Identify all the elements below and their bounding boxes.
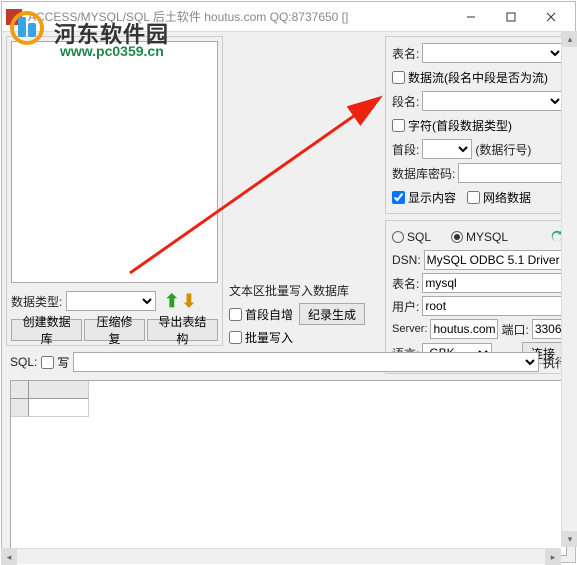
grid-header-cell[interactable] (29, 381, 89, 399)
scroll-down-button[interactable]: ▾ (562, 531, 577, 547)
dsn-input[interactable] (424, 250, 577, 270)
show-content-checkbox[interactable]: 显示内容 (392, 189, 456, 206)
scroll-right-button[interactable]: ▸ (545, 549, 561, 565)
sql-radio[interactable] (392, 231, 404, 243)
db-password-label: 数据库密码: (392, 165, 455, 182)
data-type-select[interactable] (66, 291, 156, 311)
user-label: 用户: (392, 298, 419, 315)
result-grid[interactable] (10, 380, 567, 556)
dsn-label: DSN: (392, 253, 421, 267)
field-name-label: 段名: (392, 93, 419, 110)
conn-table-label: 表名: (392, 275, 419, 292)
compress-repair-button[interactable]: 压缩修复 (84, 319, 145, 341)
sql-combo[interactable] (73, 352, 539, 372)
vertical-scrollbar[interactable]: ▴ ▾ (561, 31, 577, 547)
arrow-up-icon[interactable]: ⬆ (164, 291, 179, 312)
grid-row-header[interactable] (11, 399, 29, 417)
first-field-label: 首段: (392, 141, 419, 158)
sql-write-checkbox[interactable]: 写 (41, 354, 69, 371)
server-label: Server: (392, 323, 427, 335)
field-name-select[interactable] (422, 91, 564, 111)
grid-cell[interactable] (29, 399, 89, 417)
create-db-button[interactable]: 创建数据库 (11, 319, 82, 341)
app-icon (6, 9, 22, 25)
grid-corner (11, 381, 29, 399)
char-type-checkbox[interactable]: 字符(首段数据类型) (392, 117, 512, 134)
conn-table-input[interactable] (422, 273, 577, 293)
scroll-left-button[interactable]: ◂ (1, 549, 17, 565)
data-row-no-label: (数据行号) (475, 141, 531, 158)
first-field-select[interactable] (422, 139, 472, 159)
data-flow-checkbox[interactable]: 数据流(段名中段是否为流) (392, 69, 548, 86)
generate-record-button[interactable]: 纪录生成 (299, 303, 365, 325)
scroll-up-button[interactable]: ▴ (562, 31, 577, 47)
window-title: ACCESS/MYSQL/SQL 后土软件 houtus.com QQ:8737… (28, 8, 451, 25)
user-input[interactable] (422, 296, 577, 316)
table-settings-panel: 表名: 数据流(段名中段是否为流) 段名: 字符(首段数据类型) 首段: (385, 36, 571, 214)
data-type-label: 数据类型: (11, 293, 62, 310)
auto-increment-checkbox[interactable]: 首段自增 (229, 306, 293, 323)
table-name-select[interactable] (422, 43, 564, 63)
batch-write-label: 文本区批量写入数据库 (229, 282, 379, 299)
close-button[interactable] (531, 3, 571, 31)
move-arrows: ⬆ ⬇ (160, 291, 200, 312)
network-data-checkbox[interactable]: 网络数据 (467, 189, 531, 206)
left-pane: 数据类型: ⬆ ⬇ 创建数据库 压缩修复 导出表结构 (6, 36, 223, 346)
horizontal-scrollbar[interactable]: ◂ ▸ (1, 548, 561, 564)
batch-write-checkbox[interactable]: 批量写入 (229, 329, 379, 346)
table-name-label: 表名: (392, 45, 419, 62)
minimize-button[interactable] (451, 3, 491, 31)
text-area[interactable] (11, 41, 218, 283)
arrow-down-icon[interactable]: ⬇ (181, 291, 196, 312)
sql-label: SQL: (10, 355, 37, 369)
maximize-button[interactable] (491, 3, 531, 31)
mysql-radio[interactable] (451, 231, 463, 243)
export-structure-button[interactable]: 导出表结构 (147, 319, 218, 341)
db-password-input[interactable] (458, 163, 577, 183)
titlebar: ACCESS/MYSQL/SQL 后土软件 houtus.com QQ:8737… (2, 2, 575, 32)
server-input[interactable] (430, 319, 498, 339)
port-label: 端口: (501, 321, 528, 338)
